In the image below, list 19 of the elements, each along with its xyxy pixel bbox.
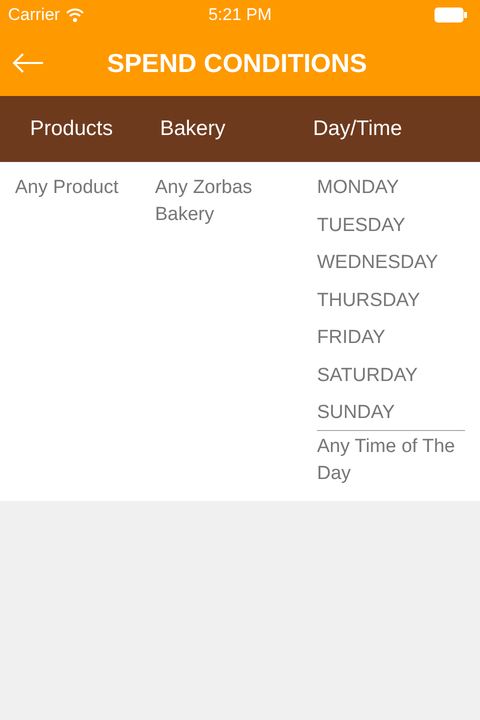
carrier-name: Carrier (8, 5, 60, 25)
clock-time: 5:21 PM (208, 5, 272, 25)
time-label: Any Time of The Day (317, 434, 456, 486)
page-title: SPEND CONDITIONS (107, 48, 368, 78)
day-label: FRIDAY (317, 326, 386, 350)
column-header: Day/Time (312, 117, 404, 141)
table-cell-text: Any Zorbas Bakery (155, 176, 254, 227)
day-label: SUNDAY (317, 401, 396, 425)
column-header: Products (29, 117, 114, 141)
back-arrow-icon[interactable] (12, 53, 44, 73)
battery-icon (434, 7, 468, 23)
day-label: TUESDAY (317, 214, 406, 238)
day-label: THURSDAY (317, 288, 422, 312)
wifi-icon (66, 8, 84, 22)
day-label: WEDNESDAY (317, 251, 440, 275)
day-label: MONDAY (317, 176, 400, 200)
day-label: SATURDAY (317, 364, 419, 388)
table-cell-text: Any Product (14, 176, 120, 200)
column-header: Bakery (160, 117, 226, 141)
